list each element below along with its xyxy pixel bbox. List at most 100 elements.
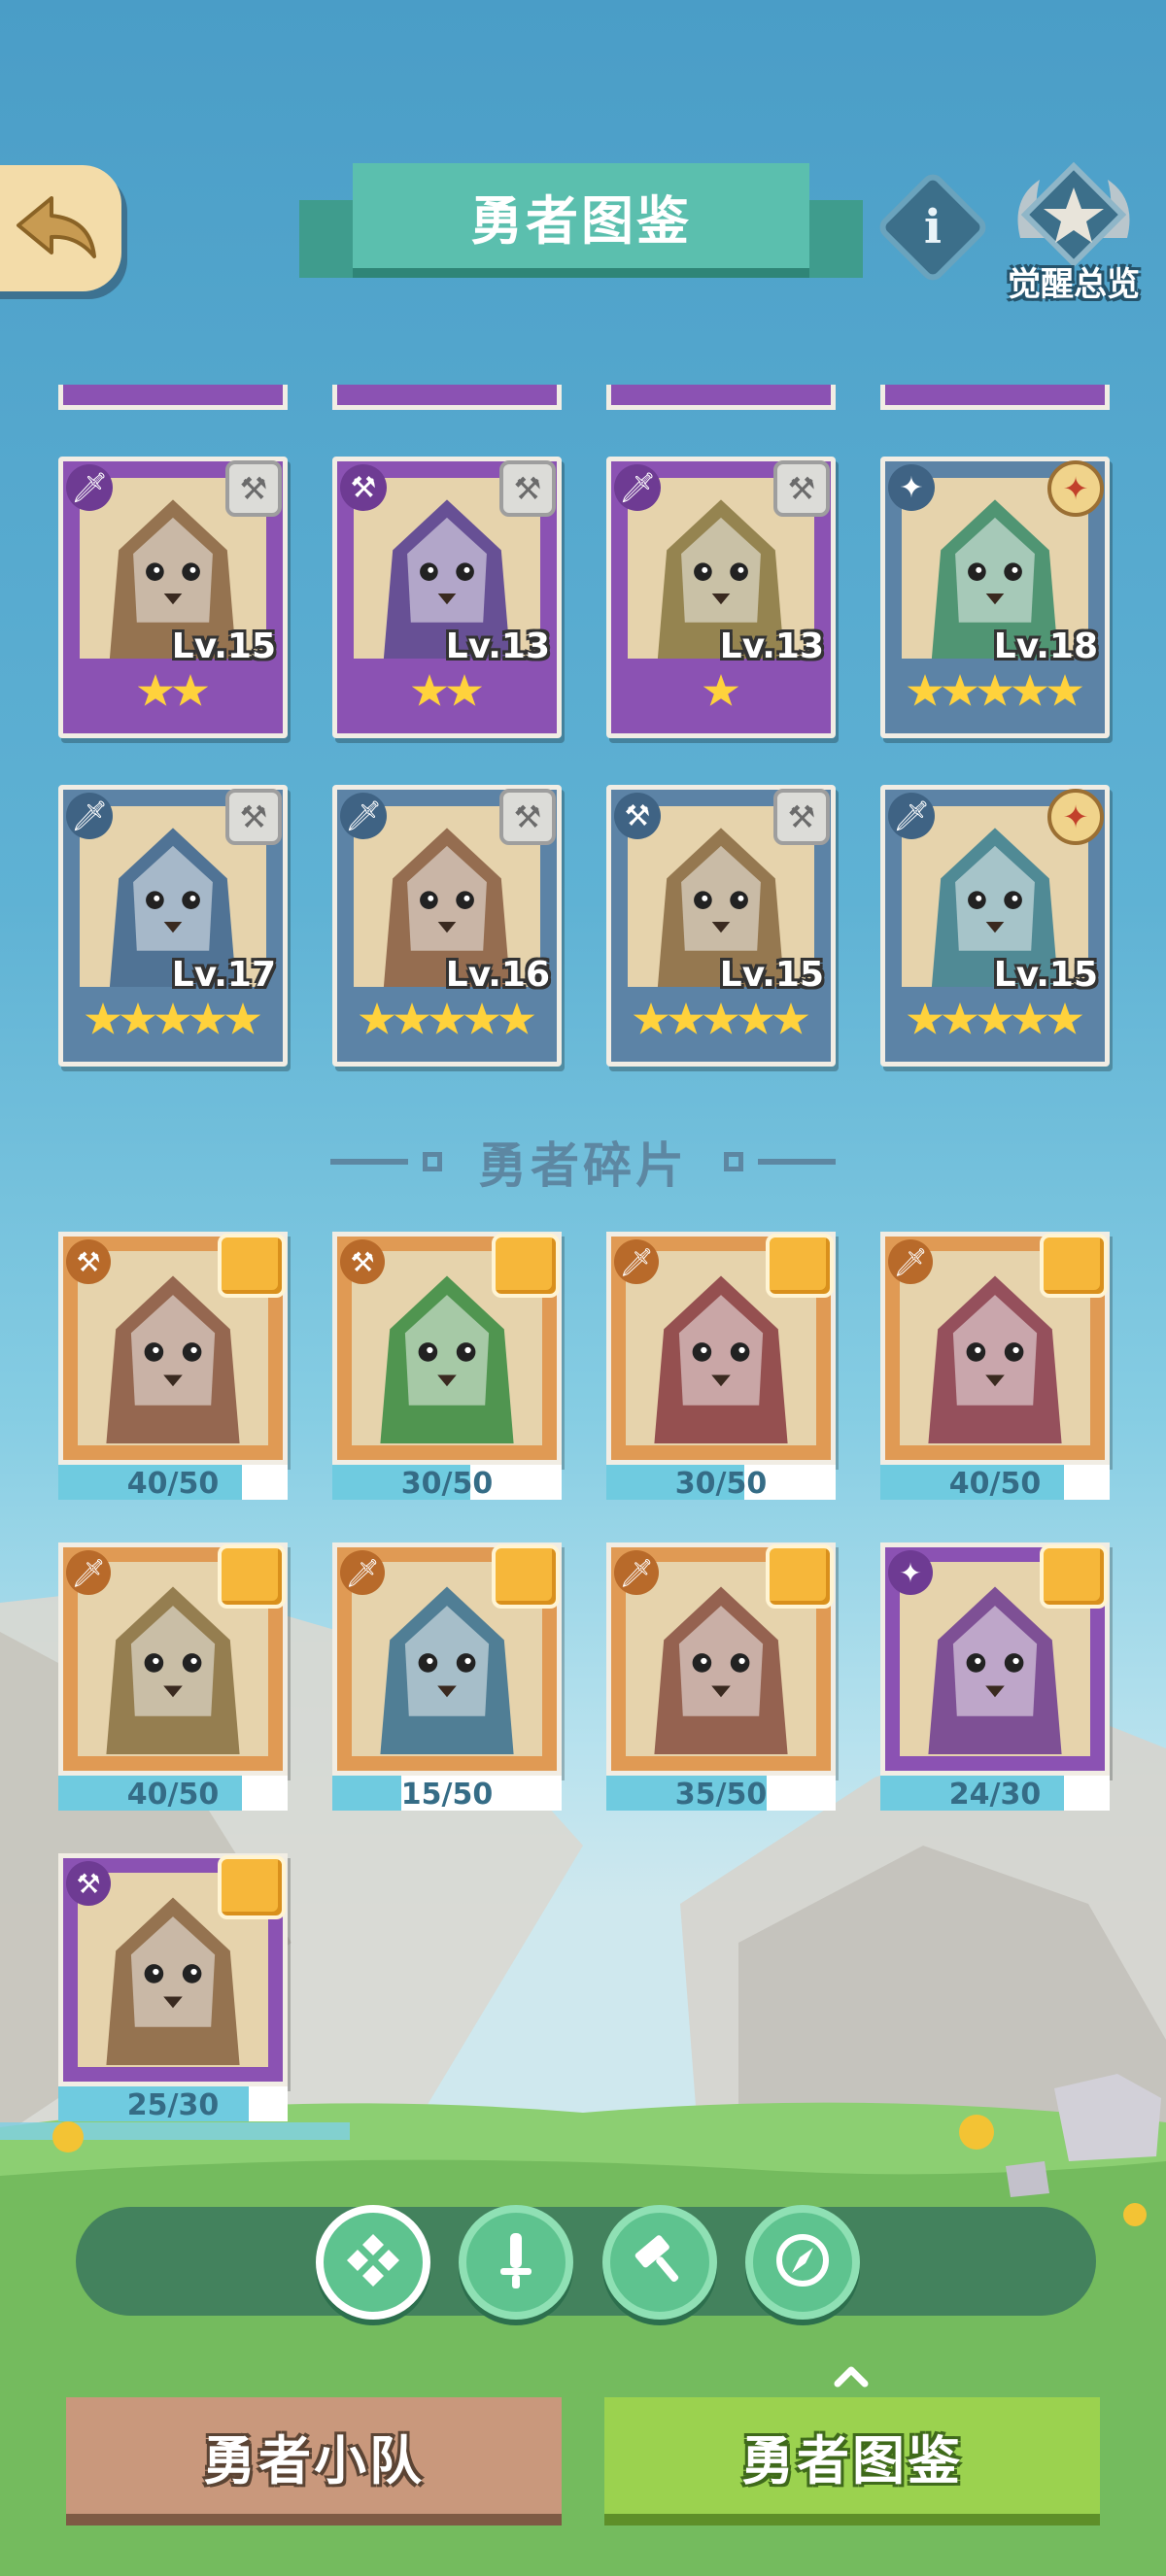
- fragment-progress-bar: 35/50: [606, 1776, 836, 1812]
- fragment-count: 25/30: [126, 2088, 220, 2122]
- star-icon: [668, 1002, 704, 1034]
- puzzle-piece-icon: [492, 1544, 560, 1609]
- awaken-overview-label: 觉醒总览: [1008, 265, 1140, 304]
- tab-hero-gallery-label: 勇者图鉴: [741, 2429, 963, 2491]
- hammer-weapon-icon: ⚒: [225, 460, 282, 517]
- hero-fragment-card[interactable]: ⚒ 30/50: [332, 1232, 562, 1501]
- puzzle-piece-icon: [1040, 1234, 1108, 1298]
- fragment-progress-bar: 25/30: [58, 2086, 288, 2122]
- hero-star-rating: [332, 1002, 562, 1041]
- awaken-overview-button[interactable]: 觉醒总览: [991, 160, 1156, 306]
- hero-star-rating: [58, 1002, 288, 1041]
- compass-filter-button[interactable]: [745, 2205, 860, 2320]
- hero-fragment-card[interactable]: 🗡 15/50: [332, 1542, 562, 1812]
- fragment-count: 40/50: [126, 1778, 220, 1812]
- fragment-count: 30/50: [400, 1467, 494, 1501]
- hero-star-rating: [880, 1002, 1110, 1041]
- sword-role-icon: 🗡: [340, 793, 387, 839]
- hammer-weapon-icon: ⚒: [773, 789, 830, 845]
- hero-fragment-card[interactable]: ✦ 24/30: [880, 1542, 1110, 1812]
- hero-level: Lv.16: [445, 955, 550, 995]
- diamond-grid-icon: [343, 2230, 403, 2294]
- fragment-progress-bar: 40/50: [58, 1776, 288, 1812]
- puzzle-piece-icon: [766, 1234, 834, 1298]
- hero-fragment-card[interactable]: ⚒ 25/30: [58, 1853, 288, 2122]
- hero-card[interactable]: ⚒ ⚒ Lv.13: [332, 457, 562, 738]
- hammer-weapon-icon: ⚒: [499, 789, 556, 845]
- hammer-weapon-icon: ⚒: [499, 460, 556, 517]
- star-icon: [907, 1002, 943, 1034]
- sword-icon: [489, 2229, 543, 2295]
- star-icon: [1046, 1002, 1083, 1034]
- back-button[interactable]: [0, 165, 121, 291]
- hammer-role-icon: ⚒: [340, 464, 387, 511]
- hero-card[interactable]: ✦ ✦ Lv.18: [880, 457, 1110, 738]
- star-icon: [1012, 1002, 1048, 1034]
- star-icon: [772, 1002, 809, 1034]
- hero-fragment-card[interactable]: ⚒ 40/50: [58, 1232, 288, 1501]
- star-icon: [703, 1002, 739, 1034]
- hero-card[interactable]: 🗡 ⚒ Lv.13: [606, 457, 836, 738]
- hero-fragment-card[interactable]: 🗡 30/50: [606, 1232, 836, 1501]
- hammer-role-icon: ⚒: [66, 1861, 111, 1906]
- hero-star-rating: [332, 674, 562, 713]
- info-icon: i: [923, 200, 943, 254]
- all-filter-button[interactable]: [316, 2205, 430, 2320]
- hero-star-rating: [880, 674, 1110, 713]
- star-icon: [429, 1002, 465, 1034]
- hero-level: Lv.15: [719, 955, 824, 995]
- compass-weapon-icon: ✦: [1047, 460, 1104, 517]
- sword-filter-button[interactable]: [459, 2205, 573, 2320]
- role-filter-bar: [76, 2207, 1096, 2316]
- hero-level: Lv.13: [719, 627, 824, 666]
- hero-card-partial[interactable]: [58, 385, 288, 410]
- star-icon: [120, 1002, 156, 1034]
- fragment-count: 40/50: [948, 1467, 1042, 1501]
- star-icon: [737, 1002, 774, 1034]
- compass-role-icon: ✦: [888, 1550, 933, 1595]
- hero-star-rating: [606, 674, 836, 713]
- hero-card[interactable]: 🗡 ⚒ Lv.15: [58, 457, 288, 738]
- hero-star-rating: [58, 674, 288, 713]
- star-icon: [172, 674, 209, 706]
- sword-role-icon: 🗡: [614, 1239, 659, 1284]
- fragment-progress-bar: 15/50: [332, 1776, 562, 1812]
- hammer-weapon-icon: ⚒: [773, 460, 830, 517]
- hero-fragment-card[interactable]: 🗡 40/50: [880, 1232, 1110, 1501]
- puzzle-piece-icon: [218, 1855, 286, 1919]
- sword-role-icon: 🗡: [888, 1239, 933, 1284]
- star-icon: [446, 674, 483, 706]
- star-icon: [1046, 674, 1083, 706]
- star-icon: [942, 674, 978, 706]
- sword-role-icon: 🗡: [614, 464, 661, 511]
- hero-card-partial[interactable]: [880, 385, 1110, 410]
- hero-card[interactable]: ⚒ ⚒ Lv.15: [606, 785, 836, 1067]
- sword-role-icon: 🗡: [66, 793, 113, 839]
- puzzle-piece-icon: [492, 1234, 560, 1298]
- back-arrow-icon: [16, 196, 96, 258]
- sword-role-icon: 🗡: [614, 1550, 659, 1595]
- star-icon: [977, 674, 1013, 706]
- hero-fragment-card[interactable]: 🗡 40/50: [58, 1542, 288, 1812]
- sword-role-icon: 🗡: [66, 464, 113, 511]
- hero-card[interactable]: 🗡 ⚒ Lv.16: [332, 785, 562, 1067]
- tab-hero-squad-label: 勇者小队: [203, 2429, 425, 2491]
- hero-card-partial[interactable]: [606, 385, 836, 410]
- hero-card-partial[interactable]: [332, 385, 562, 410]
- tab-hero-squad[interactable]: 勇者小队: [66, 2397, 562, 2514]
- fragment-progress-bar: 30/50: [332, 1465, 562, 1501]
- star-icon: [703, 674, 739, 706]
- tab-hero-gallery[interactable]: 勇者图鉴: [604, 2397, 1100, 2514]
- hero-card[interactable]: 🗡 ✦ Lv.15: [880, 785, 1110, 1067]
- hero-level: Lv.15: [171, 627, 276, 666]
- compass-weapon-icon: ✦: [1047, 789, 1104, 845]
- hammer-filter-button[interactable]: [602, 2205, 717, 2320]
- sword-role-icon: 🗡: [340, 1550, 385, 1595]
- title-banner: 勇者图鉴: [299, 163, 863, 295]
- star-icon: [907, 674, 943, 706]
- chevron-up-icon: [834, 2366, 869, 2388]
- hero-fragment-card[interactable]: 🗡 35/50: [606, 1542, 836, 1812]
- title-plate: 勇者图鉴: [353, 163, 809, 268]
- sword-role-icon: 🗡: [66, 1550, 111, 1595]
- hero-card[interactable]: 🗡 ⚒ Lv.17: [58, 785, 288, 1067]
